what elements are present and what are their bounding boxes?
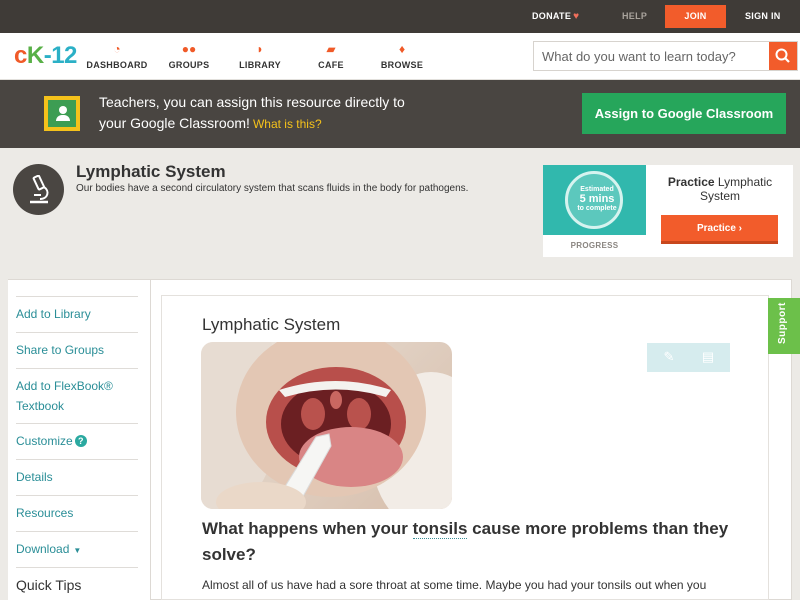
groups-icon: ●● bbox=[181, 42, 197, 56]
sidebar-add-to-library[interactable]: Add to Library bbox=[16, 296, 138, 324]
vocab-term-tonsils[interactable]: tonsils bbox=[412, 519, 468, 539]
signin-link[interactable]: SIGN IN bbox=[745, 0, 781, 33]
sidebar-resources[interactable]: Resources bbox=[16, 495, 138, 523]
sidebar-divider bbox=[16, 567, 138, 568]
practice-button[interactable]: Practice › bbox=[661, 215, 778, 244]
browse-icon: ♦ bbox=[398, 42, 406, 56]
what-is-this-link[interactable]: What is this? bbox=[253, 117, 322, 131]
heart-icon: ♥ bbox=[573, 11, 580, 22]
caret-down-icon: ▼ bbox=[73, 546, 82, 555]
sidebar-add-to-flexbook[interactable]: Add to FlexBook® Textbook bbox=[16, 368, 138, 416]
ck12-logo[interactable]: cK-12 bbox=[14, 42, 77, 70]
progress-ring: Estimated 5 mins to complete bbox=[565, 171, 623, 229]
assign-google-classroom-button[interactable]: Assign to Google Classroom bbox=[582, 93, 786, 134]
nav-cafe[interactable]: ▰ CAFE bbox=[296, 41, 366, 70]
support-tab[interactable]: Support bbox=[768, 298, 800, 354]
help-link[interactable]: HELP bbox=[622, 0, 647, 33]
page-subtitle: Our bodies have a second circulatory sys… bbox=[76, 183, 469, 194]
sidebar-details[interactable]: Details bbox=[16, 459, 138, 487]
practice-card: Estimated 5 mins to complete PROGRESS Pr… bbox=[543, 165, 793, 257]
practice-thumbnail[interactable]: Estimated 5 mins to complete bbox=[543, 165, 646, 235]
article-title: Lymphatic System bbox=[202, 315, 341, 334]
main-nav: cK-12 ◔ DASHBOARD ●● GROUPS ◗ LIBRARY ▰ … bbox=[0, 33, 800, 80]
article-tools: ✎ ▤ bbox=[647, 343, 730, 372]
cafe-icon: ▰ bbox=[326, 42, 336, 56]
nav-dashboard[interactable]: ◔ DASHBOARD bbox=[82, 41, 152, 70]
microscope-badge bbox=[13, 164, 64, 215]
sidebar-customize[interactable]: Customize? bbox=[16, 423, 138, 451]
notes-icon[interactable]: ▤ bbox=[700, 349, 716, 365]
sidebar-download[interactable]: Download ▼ bbox=[16, 531, 138, 561]
article-paragraph: Almost all of us have had a sore throat … bbox=[202, 578, 707, 592]
google-classroom-icon bbox=[44, 96, 80, 131]
quick-tips-heading[interactable]: Quick Tips bbox=[16, 577, 81, 593]
progress-label: PROGRESS bbox=[570, 241, 619, 250]
search-input[interactable] bbox=[534, 42, 770, 70]
library-icon: ◗ bbox=[256, 42, 264, 56]
help-icon[interactable]: ? bbox=[74, 435, 87, 447]
sidebar-share-to-groups[interactable]: Share to Groups bbox=[16, 332, 138, 360]
pencil-icon[interactable]: ✎ bbox=[661, 349, 677, 365]
microscope-icon bbox=[30, 175, 49, 204]
dashboard-icon: ◔ bbox=[113, 42, 121, 56]
join-button[interactable]: JOIN bbox=[665, 5, 726, 28]
article-question: What happens when your tonsils cause mor… bbox=[202, 519, 729, 564]
nav-groups[interactable]: ●● GROUPS bbox=[154, 41, 224, 70]
sidebar: Add to Library Share to Groups Add to Fl… bbox=[8, 280, 151, 600]
nav-browse[interactable]: ♦ BROWSE bbox=[367, 41, 437, 70]
practice-heading: Practice Lymphatic System bbox=[667, 175, 773, 203]
banner-text: Teachers, you can assign this resource d… bbox=[99, 94, 405, 131]
tonsils-photo bbox=[201, 342, 452, 509]
donate-link[interactable]: DONATE ♥ bbox=[532, 0, 579, 33]
page-title: Lymphatic System bbox=[76, 162, 226, 181]
chevron-right-icon: › bbox=[738, 223, 743, 234]
search-button[interactable] bbox=[769, 42, 797, 70]
nav-library[interactable]: ◗ LIBRARY bbox=[225, 41, 295, 70]
search-box bbox=[533, 41, 798, 71]
top-bar: DONATE ♥ HELP JOIN SIGN IN bbox=[0, 0, 800, 33]
search-icon bbox=[775, 48, 790, 63]
